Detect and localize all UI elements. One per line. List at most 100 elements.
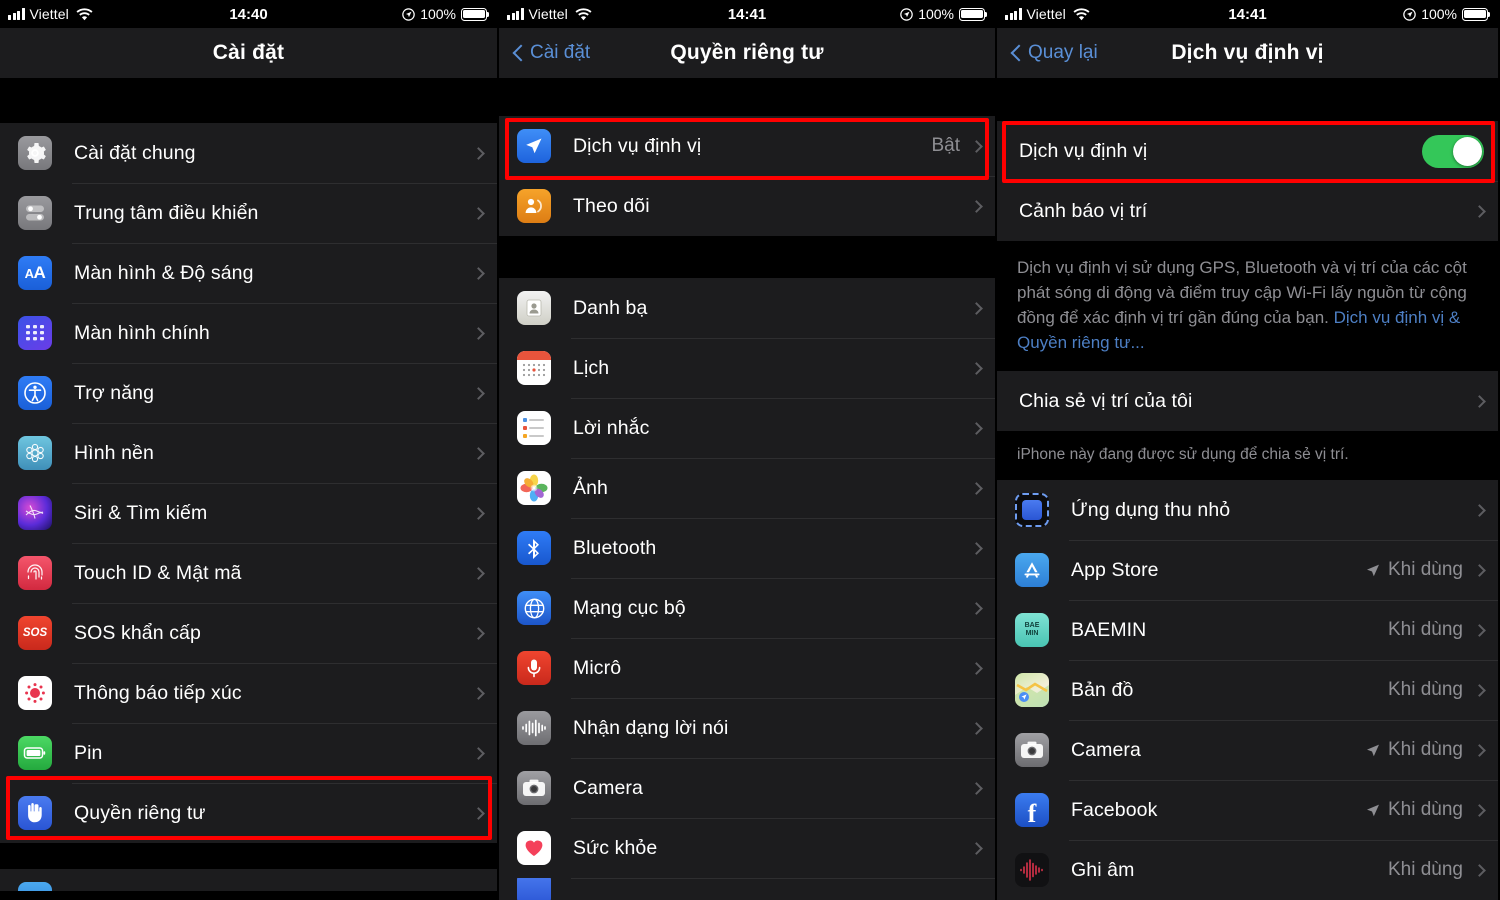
location-services-description: Dịch vụ định vị sử dụng GPS, Bluetooth v… — [997, 241, 1498, 371]
list-item-photos[interactable]: Ảnh — [499, 458, 995, 518]
wifi-icon — [1073, 7, 1090, 21]
chevron-right-icon — [472, 626, 485, 640]
battery-icon — [18, 736, 52, 770]
list-item-value: Khi dùng — [1387, 619, 1463, 640]
sidebar-item-home-screen[interactable]: Màn hình chính — [0, 303, 497, 363]
list-item-bluetooth[interactable]: Bluetooth — [499, 518, 995, 578]
list-item[interactable] — [0, 869, 497, 891]
chevron-right-icon — [970, 661, 983, 675]
health-icon — [517, 831, 551, 865]
sidebar-item-general[interactable]: Cài đặt chung — [0, 123, 497, 183]
chevron-right-icon — [472, 206, 485, 220]
chevron-right-icon — [1473, 394, 1486, 408]
list-item-label: Micrô — [573, 656, 622, 679]
section-gap — [0, 843, 497, 869]
list-item-share-my-location[interactable]: Chia sẻ vị trí của tôi — [997, 371, 1498, 431]
chevron-right-icon — [1473, 503, 1486, 517]
camera-icon — [1015, 733, 1049, 767]
voice-memos-icon — [1015, 853, 1049, 887]
list-item-reminders[interactable]: Lời nhắc — [499, 398, 995, 458]
sidebar-item-exposure-notifications[interactable]: Thông báo tiếp xúc — [0, 663, 497, 723]
sidebar-item-label: Siri & Tìm kiếm — [74, 501, 208, 524]
chevron-right-icon — [1473, 803, 1486, 817]
phone-screen-privacy: Viettel 14:41 100% Cài đặt Quyền riêng t… — [497, 0, 995, 900]
sidebar-item-control-center[interactable]: Trung tâm điều khiển — [0, 183, 497, 243]
chevron-right-icon — [472, 386, 485, 400]
list-item-maps[interactable]: Bản đồ Khi dùng — [997, 660, 1498, 720]
chevron-right-icon — [472, 686, 485, 700]
list-item-label: Ảnh — [573, 476, 608, 499]
siri-icon — [18, 496, 52, 530]
gear-icon — [18, 136, 52, 170]
list-item-location-alerts[interactable]: Cảnh báo vị trí — [997, 181, 1498, 241]
list-item-microphone[interactable]: Micrô — [499, 638, 995, 698]
back-button[interactable]: Quay lại — [997, 42, 1098, 64]
privacy-group-1: Dịch vụ định vị Bật Theo dõi — [499, 116, 995, 236]
chevron-right-icon — [1473, 863, 1486, 877]
location-services-toggle[interactable] — [1422, 134, 1484, 168]
sidebar-item-label: Pin — [74, 741, 103, 764]
chevron-right-icon — [472, 746, 485, 760]
chevron-right-icon — [472, 446, 485, 460]
sidebar-item-label: SOS khẩn cấp — [74, 621, 201, 644]
back-button[interactable]: Cài đặt — [499, 42, 590, 64]
carrier-label: Viettel — [29, 6, 69, 22]
list-item-label: Cảnh báo vị trí — [1019, 199, 1148, 222]
section-gap — [997, 78, 1498, 121]
phone-screen-settings: Viettel 14:40 100% Cài đặt Cài đặt chung… — [0, 0, 497, 900]
list-item-baemin[interactable]: BAE MIN BAEMIN Khi dùng — [997, 600, 1498, 660]
sidebar-item-privacy[interactable]: Quyền riêng tư — [0, 783, 497, 843]
toggle-row-location-services[interactable]: Dịch vụ định vị — [997, 121, 1498, 181]
section-gap — [499, 78, 995, 116]
list-item-camera[interactable]: Camera Khi dùng — [997, 720, 1498, 780]
sidebar-item-battery[interactable]: Pin — [0, 723, 497, 783]
sidebar-item-label: Quyền riêng tư — [74, 801, 206, 824]
sidebar-item-touchid-passcode[interactable]: Touch ID & Mật mã — [0, 543, 497, 603]
list-item-tracking[interactable]: Theo dõi — [499, 176, 995, 236]
list-item-health[interactable]: Sức khỏe — [499, 818, 995, 878]
list-item-location-services[interactable]: Dịch vụ định vị Bật — [499, 116, 995, 176]
list-item-local-network[interactable]: Mạng cục bộ — [499, 578, 995, 638]
chevron-left-icon — [1011, 44, 1022, 63]
list-item-facebook[interactable]: f Facebook Khi dùng — [997, 780, 1498, 840]
list-item-label: Danh bạ — [573, 296, 648, 319]
battery-icon — [461, 7, 490, 21]
sidebar-item-display-brightness[interactable]: AA Màn hình & Độ sáng — [0, 243, 497, 303]
exposure-notification-icon — [18, 676, 52, 710]
chevron-right-icon — [1473, 623, 1486, 637]
list-item-camera[interactable]: Camera — [499, 758, 995, 818]
sidebar-item-emergency-sos[interactable]: SOS SOS khẩn cấp — [0, 603, 497, 663]
cellular-signal-icon — [507, 8, 524, 20]
list-item-value: Bật — [931, 135, 960, 156]
status-bar-left: Viettel — [1005, 6, 1090, 22]
list-item-calendar[interactable]: Lịch — [499, 338, 995, 398]
sidebar-item-label: Thông báo tiếp xúc — [74, 681, 242, 704]
nav-bar: Quay lại Dịch vụ định vị — [997, 28, 1498, 78]
list-item-label: Ghi âm — [1071, 858, 1135, 881]
sidebar-item-siri-search[interactable]: Siri & Tìm kiếm — [0, 483, 497, 543]
sidebar-item-wallpaper[interactable]: Hình nền — [0, 423, 497, 483]
list-item-contacts[interactable]: Danh bạ — [499, 278, 995, 338]
location-arrow-indicator-icon — [1366, 804, 1379, 817]
nav-bar: Cài đặt — [0, 28, 497, 78]
list-item-voice-memos[interactable]: Ghi âm Khi dùng — [997, 840, 1498, 900]
list-item-label: Camera — [573, 776, 643, 799]
chevron-right-icon — [970, 721, 983, 735]
list-item-label: Ứng dụng thu nhỏ — [1071, 498, 1231, 521]
sidebar-item-label: Trung tâm điều khiển — [74, 201, 259, 224]
list-item-app-store[interactable]: App Store Khi dùng — [997, 540, 1498, 600]
privacy-hand-icon — [18, 796, 52, 830]
bluetooth-icon — [517, 531, 551, 565]
list-item-label: Lời nhắc — [573, 416, 650, 439]
partial-next-row[interactable] — [499, 878, 995, 900]
chevron-right-icon — [970, 421, 983, 435]
sidebar-item-accessibility[interactable]: Trợ năng — [0, 363, 497, 423]
chevron-right-icon — [472, 806, 485, 820]
list-item-speech-recognition[interactable]: Nhận dạng lời nói — [499, 698, 995, 758]
reminders-icon — [517, 411, 551, 445]
location-arrow-indicator-icon — [1366, 564, 1379, 577]
camera-icon — [517, 771, 551, 805]
list-item-app-clips[interactable]: Ứng dụng thu nhỏ — [997, 480, 1498, 540]
list-item-label: Lịch — [573, 356, 610, 379]
status-bar-left: Viettel — [507, 6, 592, 22]
